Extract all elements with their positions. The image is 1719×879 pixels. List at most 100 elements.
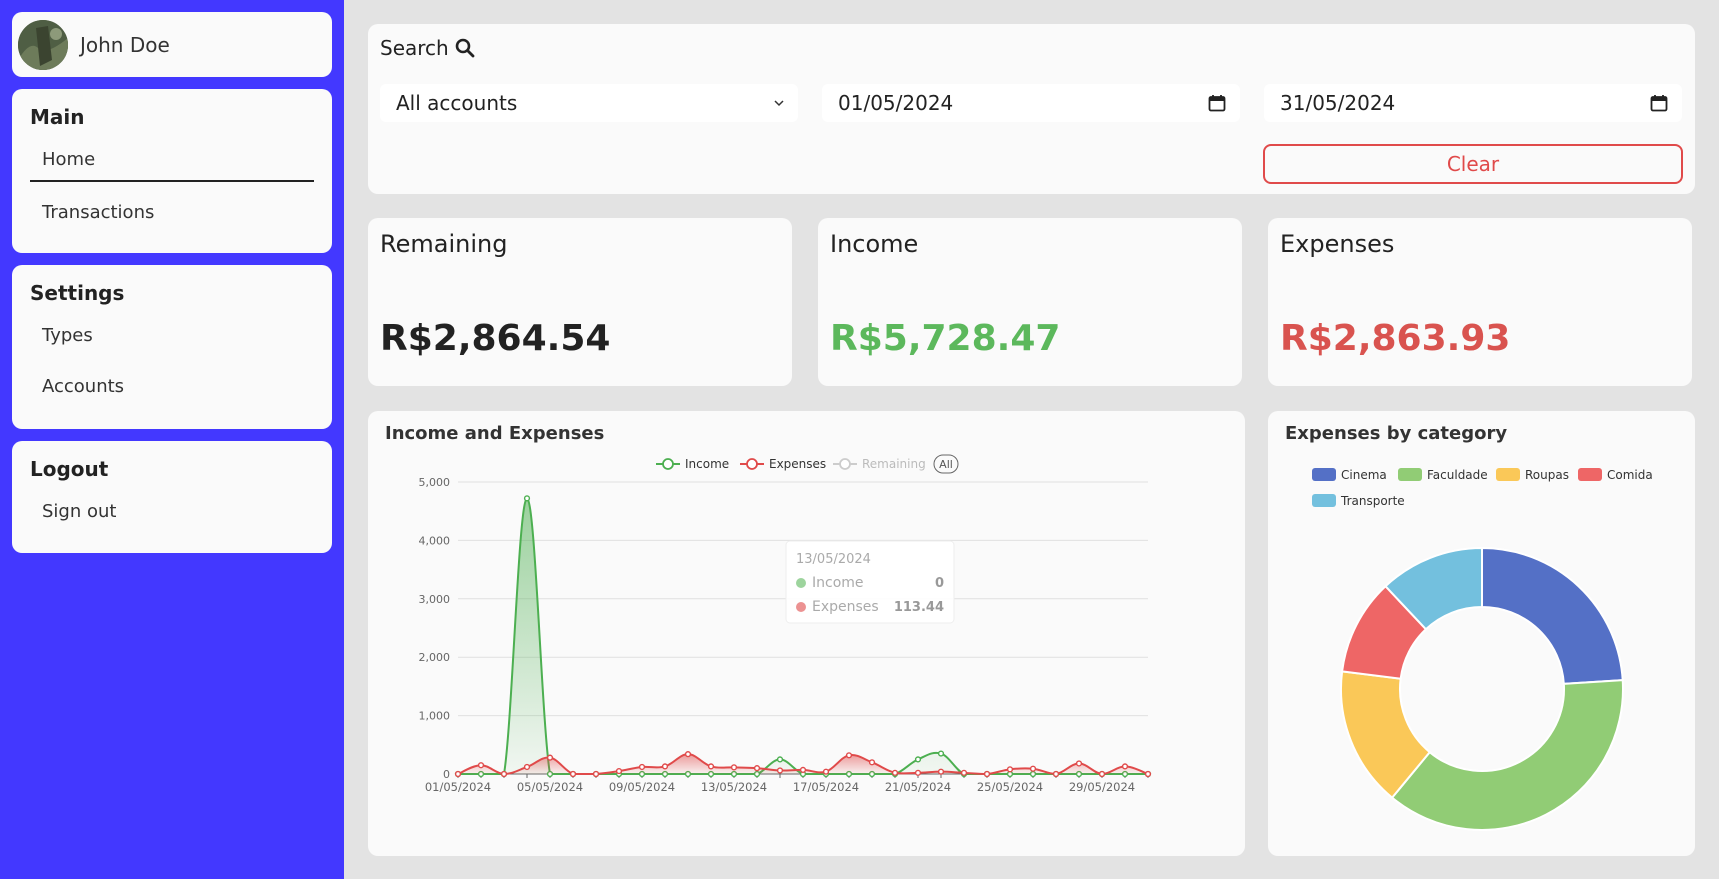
data-point-expenses[interactable]: [776, 767, 784, 774]
x-tick-label: 01/05/2024: [425, 780, 491, 794]
data-point-expenses[interactable]: [845, 752, 853, 759]
nav-logout-title: Logout: [30, 457, 109, 481]
expenses-card: Expenses R$2,863.93: [1268, 218, 1692, 386]
data-point-expenses[interactable]: [1006, 766, 1014, 773]
legend-item-transporte[interactable]: Transporte: [1312, 494, 1405, 508]
user-card[interactable]: John Doe: [12, 12, 332, 77]
data-point-expenses[interactable]: [1075, 760, 1083, 767]
date-to-input[interactable]: 31/05/2024: [1264, 84, 1682, 122]
tooltip-series-value: 113.44: [894, 600, 944, 615]
data-point-expenses[interactable]: [1121, 763, 1129, 770]
legend-label: Roupas: [1525, 468, 1569, 482]
data-point-expenses[interactable]: [615, 767, 623, 775]
tooltip-series-value: 0: [935, 576, 944, 591]
data-point-expenses[interactable]: [500, 770, 508, 778]
data-point-expenses[interactable]: [937, 768, 945, 775]
remaining-card: Remaining R$2,864.54: [368, 218, 792, 386]
legend-item-roupas[interactable]: Roupas: [1496, 468, 1569, 482]
data-point-expenses[interactable]: [822, 768, 830, 775]
account-select[interactable]: All accounts: [380, 84, 798, 122]
data-point-expenses[interactable]: [546, 754, 554, 761]
nav-item-transactions[interactable]: Transactions: [30, 196, 314, 233]
legend-marker: [746, 458, 758, 470]
data-point-expenses[interactable]: [753, 765, 761, 772]
legend-swatch: [1578, 468, 1602, 481]
search-panel: Search All accounts 01/05/2024 31/05/202…: [368, 24, 1695, 194]
nav-item-sign-out[interactable]: Sign out: [30, 495, 314, 532]
data-point-expenses[interactable]: [638, 763, 646, 771]
legend-label: Comida: [1607, 468, 1653, 482]
data-point-expenses[interactable]: [799, 766, 807, 774]
legend-marker: [662, 458, 674, 470]
x-tick-label: 13/05/2024: [701, 780, 767, 794]
data-point-expenses[interactable]: [914, 769, 922, 776]
nav-item-types[interactable]: Types: [30, 319, 314, 356]
x-tick-label: 25/05/2024: [977, 780, 1043, 794]
data-point-expenses[interactable]: [707, 763, 715, 770]
data-point-expenses[interactable]: [730, 764, 738, 771]
clear-button[interactable]: Clear: [1263, 144, 1683, 184]
data-point-income[interactable]: [523, 495, 531, 502]
legend-swatch: [1496, 468, 1520, 481]
nav-item-accounts[interactable]: Accounts: [30, 370, 314, 407]
data-point-expenses[interactable]: [1144, 770, 1152, 778]
data-point-income[interactable]: [776, 756, 784, 763]
legend-item-income[interactable]: Income: [656, 457, 729, 471]
nav-logout: Logout Sign out: [12, 441, 332, 553]
date-from-value: 01/05/2024: [838, 91, 954, 115]
data-point-expenses[interactable]: [1029, 765, 1037, 772]
legend-item-expenses[interactable]: Expenses: [740, 457, 826, 471]
data-point-expenses[interactable]: [1098, 770, 1106, 778]
data-point-expenses[interactable]: [592, 770, 600, 778]
avatar: [18, 19, 68, 70]
income-value: R$5,728.47: [830, 318, 1061, 359]
slice-cinema[interactable]: [1481, 546, 1624, 685]
legend-item-faculdade[interactable]: Faculdade: [1398, 468, 1488, 482]
y-tick-label: 3,000: [419, 593, 451, 606]
legend-all-toggle[interactable]: All: [933, 454, 959, 474]
data-point-income[interactable]: [914, 756, 922, 763]
expenses-by-category-chart[interactable]: Cinema Faculdade Roupas Comida Transporte: [1268, 411, 1695, 856]
data-point-expenses[interactable]: [891, 769, 899, 776]
legend-item-remaining[interactable]: Remaining: [833, 457, 926, 471]
x-tick-label: 09/05/2024: [609, 780, 675, 794]
data-point-expenses[interactable]: [868, 759, 876, 766]
legend-item-comida[interactable]: Comida: [1578, 468, 1653, 482]
nav-main: Main Home Transactions: [12, 89, 332, 253]
search-heading: Search: [380, 36, 475, 60]
data-point-expenses[interactable]: [477, 762, 485, 769]
series-area-income: [458, 498, 1148, 774]
user-name: John Doe: [80, 32, 170, 57]
search-icon: [455, 38, 475, 58]
data-point-expenses[interactable]: [983, 770, 991, 778]
income-label: Income: [830, 230, 919, 258]
legend-label: Cinema: [1341, 468, 1387, 482]
data-point-income[interactable]: [937, 750, 945, 757]
series-line-income: [457, 497, 1148, 775]
account-select-value: All accounts: [396, 91, 518, 115]
income-expenses-chart-card: Income and Expenses 0 1,000 2,000 3,000 4,00…: [368, 411, 1245, 856]
data-point-expenses[interactable]: [960, 769, 968, 776]
calendar-icon[interactable]: [1208, 94, 1226, 112]
data-point-expenses[interactable]: [523, 763, 531, 771]
date-to-value: 31/05/2024: [1280, 91, 1396, 115]
legend-item-cinema[interactable]: Cinema: [1312, 468, 1387, 482]
data-point-expenses[interactable]: [684, 751, 692, 758]
tooltip-marker: [796, 602, 806, 612]
legend-swatch: [1312, 468, 1336, 481]
data-point-expenses[interactable]: [661, 763, 669, 770]
remaining-value: R$2,864.54: [380, 318, 611, 359]
nav-settings-title: Settings: [30, 281, 125, 305]
data-point-expenses[interactable]: [1052, 770, 1060, 778]
x-tick-label: 17/05/2024: [793, 780, 859, 794]
nav-settings: Settings Types Accounts: [12, 265, 332, 429]
calendar-icon[interactable]: [1650, 94, 1668, 112]
data-point-expenses[interactable]: [569, 770, 577, 778]
data-point-expenses[interactable]: [454, 770, 462, 778]
nav-item-home[interactable]: Home: [30, 143, 314, 182]
nav-main-title: Main: [30, 105, 85, 129]
income-expenses-chart[interactable]: 0 1,000 2,000 3,000 4,000 5,000 01/05/2024 05/0…: [368, 411, 1245, 856]
sidebar: John Doe Main Home Transactions Settings…: [0, 0, 344, 879]
y-tick-label: 5,000: [419, 476, 451, 489]
date-from-input[interactable]: 01/05/2024: [822, 84, 1240, 122]
